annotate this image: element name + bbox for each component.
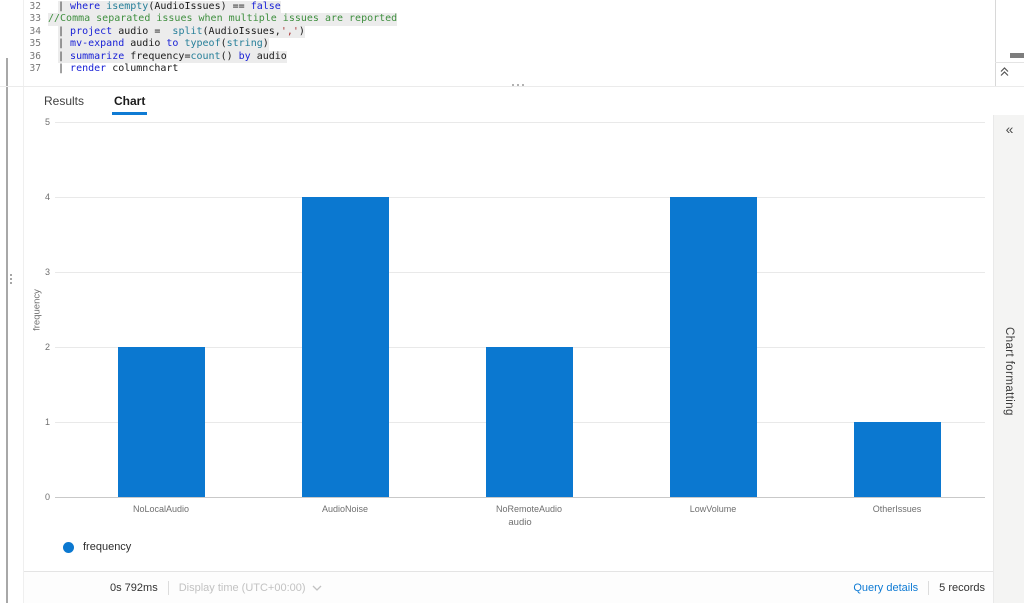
code-text: | summarize frequency=count() by audio bbox=[58, 51, 287, 63]
legend-label: frequency bbox=[83, 541, 131, 553]
chart-formatting-label[interactable]: Chart formatting bbox=[1003, 327, 1015, 416]
x-tick-label: LowVolume bbox=[638, 504, 788, 514]
y-tick-label: 4 bbox=[24, 192, 50, 202]
code-text: | where isempty(AudioIssues) == false bbox=[58, 1, 281, 13]
query-duration: 0s 792ms bbox=[110, 582, 158, 594]
x-axis-title: audio bbox=[508, 517, 531, 528]
code-line[interactable]: 36 | summarize frequency=count() by audio bbox=[24, 51, 995, 63]
y-tick-label: 2 bbox=[24, 342, 50, 352]
left-splitter-grip[interactable] bbox=[10, 274, 12, 284]
y-tick-label: 0 bbox=[24, 492, 50, 502]
separator bbox=[928, 581, 929, 595]
gridline bbox=[55, 122, 985, 123]
chart-formatting-panel: « Chart formatting bbox=[993, 115, 1024, 603]
collapse-editor-button[interactable] bbox=[997, 64, 1012, 79]
status-bar: 0s 792ms Display time (UTC+00:00) Query … bbox=[24, 571, 993, 603]
code-line[interactable]: 33//Comma separated issues when multiple… bbox=[24, 13, 995, 25]
bar-LowVolume[interactable] bbox=[670, 197, 757, 497]
code-line[interactable]: 32 | where isempty(AudioIssues) == false bbox=[24, 1, 995, 13]
left-scrollbar[interactable] bbox=[6, 58, 8, 603]
code-line[interactable]: 34 | project audio = split(AudioIssues,',… bbox=[24, 26, 995, 38]
line-number: 33 bbox=[24, 13, 48, 25]
tab-chart[interactable]: Chart bbox=[112, 90, 147, 114]
code-text: | project audio = split(AudioIssues,',') bbox=[58, 26, 305, 38]
double-chevron-up-icon bbox=[997, 64, 1012, 79]
legend-item-frequency[interactable]: frequency bbox=[63, 541, 131, 553]
editor-toolbar-divider bbox=[995, 62, 1024, 63]
line-number: 37 bbox=[24, 63, 48, 75]
expand-panel-button[interactable]: « bbox=[994, 121, 1024, 137]
legend-color-swatch bbox=[63, 542, 74, 553]
display-time-dropdown[interactable]: Display time (UTC+00:00) bbox=[179, 582, 322, 594]
adx-query-window: 32| where isempty(AudioIssues) == false3… bbox=[0, 0, 1024, 603]
column-chart: frequency audio 0 1 2 3 4 5 NoLocalAudio AudioN… bbox=[24, 115, 993, 537]
left-panel-edge bbox=[0, 0, 24, 603]
record-count: 5 records bbox=[939, 582, 985, 594]
line-number: 36 bbox=[24, 51, 48, 63]
bar-NoLocalAudio[interactable] bbox=[118, 347, 205, 497]
x-tick-label: OtherIssues bbox=[822, 504, 972, 514]
editor-hscrollbar-thumb[interactable] bbox=[1010, 53, 1024, 58]
display-time-label: Display time (UTC+00:00) bbox=[179, 582, 306, 594]
line-number: 32 bbox=[24, 1, 48, 13]
y-tick-label: 5 bbox=[24, 117, 50, 127]
bar-OtherIssues[interactable] bbox=[854, 422, 941, 497]
editor-scroll-boundary bbox=[995, 0, 996, 86]
gridline bbox=[55, 197, 985, 198]
code-text: | mv-expand audio to typeof(string) bbox=[58, 38, 269, 50]
x-tick-label: NoRemoteAudio bbox=[454, 504, 604, 514]
x-tick-label: AudioNoise bbox=[270, 504, 420, 514]
bar-AudioNoise[interactable] bbox=[302, 197, 389, 497]
query-details-link[interactable]: Query details bbox=[853, 582, 918, 594]
x-tick-label: NoLocalAudio bbox=[86, 504, 236, 514]
query-editor[interactable]: 32| where isempty(AudioIssues) == false3… bbox=[24, 1, 995, 81]
y-tick-label: 3 bbox=[24, 267, 50, 277]
code-line[interactable]: 37 | render columnchart bbox=[24, 63, 995, 75]
code-text: //Comma separated issues when multiple i… bbox=[48, 13, 397, 25]
line-number: 35 bbox=[24, 38, 48, 50]
results-tab-bar: Results Chart bbox=[24, 88, 147, 115]
chevron-down-icon bbox=[312, 585, 322, 591]
gridline bbox=[55, 272, 985, 273]
line-number: 34 bbox=[24, 26, 48, 38]
separator bbox=[168, 581, 169, 595]
bar-NoRemoteAudio[interactable] bbox=[486, 347, 573, 497]
tab-results[interactable]: Results bbox=[42, 90, 86, 114]
code-line[interactable]: 35 | mv-expand audio to typeof(string) bbox=[24, 38, 995, 50]
code-text: | render columnchart bbox=[58, 63, 178, 75]
x-axis-line bbox=[55, 497, 985, 498]
editor-results-splitter[interactable] bbox=[510, 82, 526, 88]
y-tick-label: 1 bbox=[24, 417, 50, 427]
y-axis-title: frequency bbox=[32, 289, 43, 331]
